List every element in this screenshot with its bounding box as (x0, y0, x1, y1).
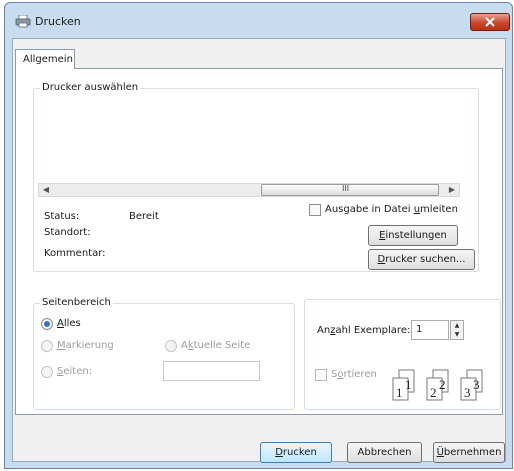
window-title: Drucken (35, 15, 81, 28)
copies-spinner[interactable]: ▲ ▼ (450, 320, 464, 340)
cancel-button[interactable]: Abbrechen (347, 442, 422, 463)
range-pages-radio[interactable] (41, 366, 53, 378)
collate-icon: 11 22 33 (392, 369, 483, 401)
tab-panel-general: Drucker auswählen ◀ III ▶ Status: Bereit… (15, 68, 503, 415)
print-button[interactable]: Drucken (260, 442, 332, 463)
pages-input[interactable] (163, 361, 260, 381)
svg-text:1: 1 (396, 385, 403, 400)
title-bar[interactable]: Drucken (5, 3, 512, 37)
scrollbar-thumb[interactable]: III (261, 184, 439, 196)
location-label: Standort: (44, 227, 91, 238)
range-current-page-radio[interactable] (165, 340, 177, 352)
comment-label: Kommentar: (44, 248, 106, 259)
page-range-group: Seitenbereich Alles Markierung Aktuelle … (33, 297, 295, 410)
printer-list[interactable] (38, 95, 460, 181)
copies-input-value: 1 (416, 324, 423, 335)
svg-text:3: 3 (464, 385, 471, 400)
tab-general[interactable]: Allgemein (15, 49, 75, 69)
printer-list-scrollbar[interactable]: ◀ III ▶ (38, 183, 460, 197)
find-printer-button[interactable]: Drucker suchen... (368, 249, 475, 270)
close-icon (485, 17, 495, 27)
apply-button[interactable]: Übernehmen (433, 442, 505, 463)
close-button[interactable] (470, 13, 510, 31)
range-all-radio[interactable] (41, 318, 53, 330)
copies-group: Anzahl Exemplare: 1 ▲ ▼ Sortieren 11 2 2… (304, 299, 501, 410)
print-to-file-label[interactable]: Ausgabe in Datei umleiten (325, 204, 458, 216)
copies-label: Anzahl Exemplare: (317, 325, 411, 336)
range-pages-label[interactable]: Seiten: (57, 366, 92, 378)
scroll-right-icon[interactable]: ▶ (445, 184, 459, 196)
scroll-left-icon[interactable]: ◀ (39, 184, 53, 196)
collate-label[interactable]: Sortieren (331, 369, 377, 381)
svg-text:2: 2 (439, 377, 446, 392)
svg-text:2: 2 (430, 385, 437, 400)
status-label: Status: (44, 211, 80, 222)
svg-text:3: 3 (473, 377, 480, 392)
tab-general-label: Allgemein (23, 54, 73, 65)
status-value: Bereit (129, 211, 159, 222)
range-selection-label[interactable]: Markierung (57, 340, 114, 352)
collate-checkbox[interactable] (315, 369, 327, 381)
settings-button[interactable]: Einstellungen (368, 225, 458, 246)
print-dialog: Drucken Allgemein Drucker auswählen ◀ II… (4, 2, 513, 469)
range-all-label[interactable]: Alles (57, 318, 81, 330)
svg-text:1: 1 (405, 377, 412, 392)
scrollbar-grip: III (342, 184, 350, 193)
spin-down-icon[interactable]: ▼ (451, 330, 463, 339)
copies-input[interactable]: 1 (411, 320, 449, 340)
printer-select-group: Drucker auswählen ◀ III ▶ Status: Bereit… (33, 82, 479, 272)
page-range-title: Seitenbereich (40, 297, 113, 309)
range-current-page-label[interactable]: Aktuelle Seite (181, 340, 250, 352)
dialog-client-area: Allgemein Drucker auswählen ◀ III ▶ Stat… (12, 38, 506, 463)
print-to-file-checkbox[interactable] (309, 204, 321, 216)
printer-icon (15, 15, 31, 28)
spin-up-icon[interactable]: ▲ (451, 321, 463, 330)
range-selection-radio[interactable] (41, 340, 53, 352)
printer-select-title: Drucker auswählen (40, 82, 141, 94)
